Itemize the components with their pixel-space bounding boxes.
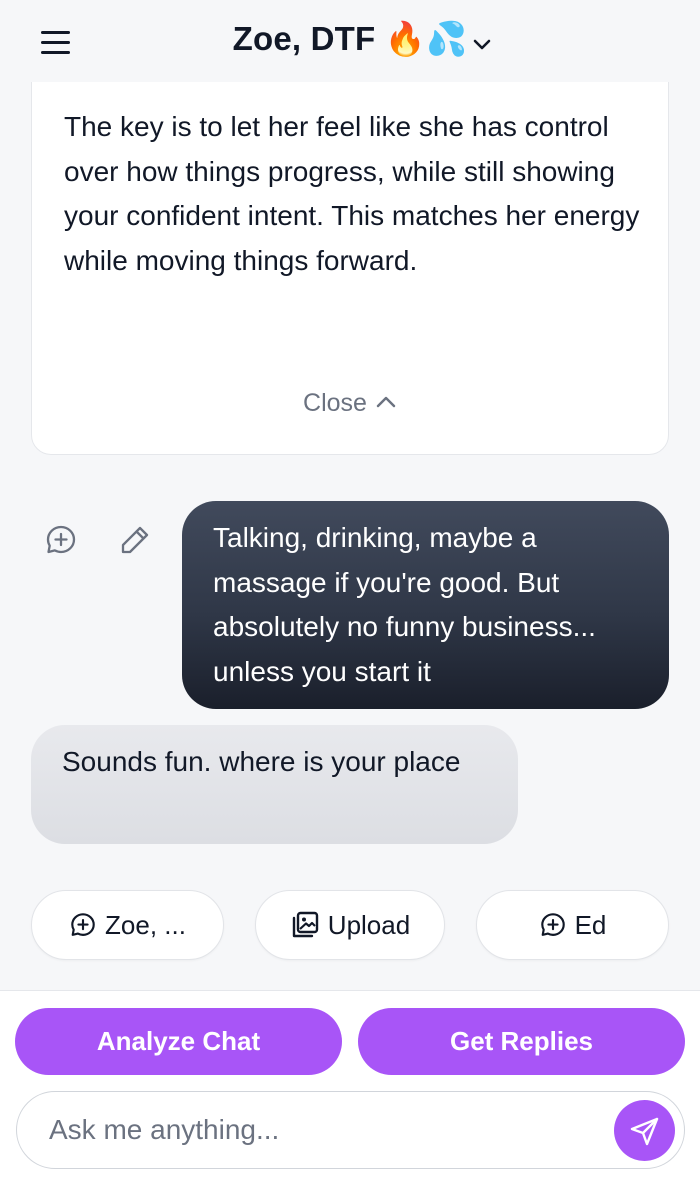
send-button[interactable]: [614, 1100, 675, 1161]
image-upload-icon: [292, 911, 318, 938]
edit-message-button[interactable]: [118, 523, 152, 557]
chevron-down-icon: [473, 39, 491, 50]
chat-plus-icon: [71, 913, 95, 936]
close-analysis-button[interactable]: Close: [32, 389, 668, 418]
chip-label: Ed: [574, 909, 607, 940]
composer-panel: Analyze Chat Get Replies: [0, 990, 700, 1183]
chat-plus-icon: [540, 913, 565, 936]
close-label: Close: [303, 389, 367, 417]
message-input-wrapper: [16, 1091, 685, 1169]
ask-input[interactable]: [49, 1106, 609, 1154]
chip-label: Zoe, ...: [105, 909, 186, 940]
chat-title[interactable]: Zoe, DTF 🔥💦: [0, 20, 700, 59]
outgoing-message-bubble: Talking, drinking, maybe a massage if yo…: [182, 501, 669, 709]
chat-plus-icon: [46, 525, 76, 554]
get-replies-button[interactable]: Get Replies: [358, 1008, 685, 1075]
chevron-up-icon: [376, 396, 396, 408]
title-dropdown-button[interactable]: [468, 30, 496, 58]
chip-zoe[interactable]: Zoe, ...: [31, 890, 224, 960]
send-icon: [630, 1117, 658, 1145]
analysis-card: The key is to let her feel like she has …: [31, 60, 669, 455]
chip-label: Upload: [327, 909, 411, 940]
suggest-reply-button[interactable]: [44, 523, 78, 557]
chip-upload[interactable]: Upload: [255, 890, 445, 960]
chip-ed[interactable]: Ed: [476, 890, 669, 960]
app-header: Zoe, DTF 🔥💦: [0, 0, 700, 82]
analysis-text: The key is to let her feel like she has …: [64, 111, 640, 276]
incoming-message-bubble: Sounds fun. where is your place: [31, 725, 518, 844]
pencil-icon: [121, 526, 149, 554]
analyze-chat-button[interactable]: Analyze Chat: [15, 1008, 342, 1075]
